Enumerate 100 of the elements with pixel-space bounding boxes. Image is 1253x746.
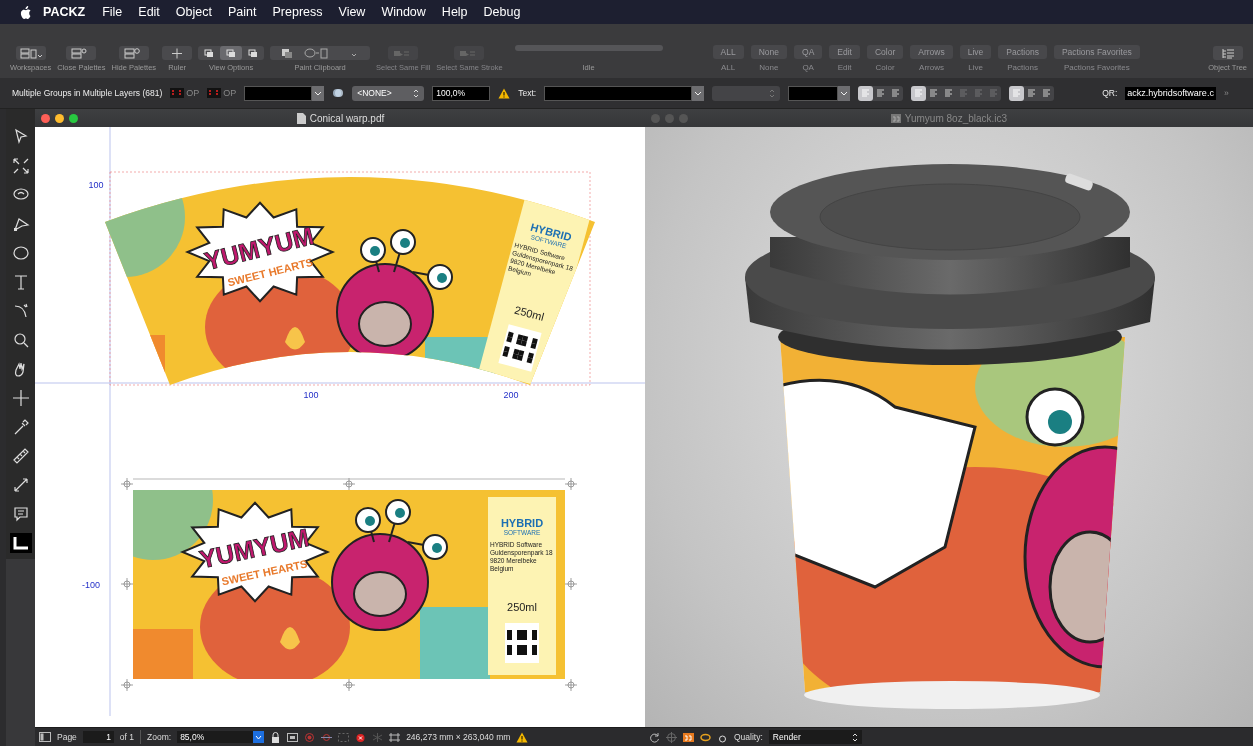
preset-label: None xyxy=(759,63,779,72)
dimensions-icon[interactable] xyxy=(389,731,401,743)
preset-label: Live xyxy=(968,63,983,72)
preset-label: ALL xyxy=(721,63,736,72)
ring-icon[interactable] xyxy=(700,731,711,743)
overprint-label: OP xyxy=(186,88,200,98)
text-direction-button[interactable] xyxy=(858,85,874,101)
close-button[interactable] xyxy=(41,113,50,123)
qr-field[interactable]: ackz.hybridsoftware.c xyxy=(1125,86,1216,100)
overprint-icon[interactable] xyxy=(207,88,222,98)
menu-item[interactable]: Window xyxy=(373,5,434,19)
paint-clipboard-button[interactable] xyxy=(270,46,371,60)
crosshair-icon[interactable] xyxy=(11,389,30,407)
window-icon xyxy=(248,48,259,58)
menu-item[interactable]: File xyxy=(94,5,131,19)
lines-icon xyxy=(959,89,969,97)
frame-icon[interactable] xyxy=(287,731,299,743)
ruler-icon[interactable] xyxy=(11,447,30,465)
minimize-button[interactable] xyxy=(55,113,64,123)
text-label: Text: xyxy=(518,88,537,98)
tint-field[interactable]: 100,0% xyxy=(432,85,491,101)
menu-item[interactable]: Prepress xyxy=(264,5,331,19)
layout-icon xyxy=(19,47,42,59)
lines-icon xyxy=(1042,89,1052,97)
window-icon xyxy=(226,48,237,58)
spot-color-icon xyxy=(332,87,345,99)
view-option-button[interactable] xyxy=(220,46,243,60)
target-arrows-icon[interactable] xyxy=(321,731,333,743)
refresh-icon[interactable] xyxy=(649,731,660,743)
menu-item[interactable]: View xyxy=(330,5,374,19)
lines-icon xyxy=(914,89,924,97)
selection-label: Multiple Groups in Multiple Layers (681) xyxy=(12,88,163,98)
page-count: of 1 xyxy=(119,732,135,742)
dashed-frame-icon[interactable] xyxy=(338,731,350,743)
object-tree-button[interactable] xyxy=(1212,46,1243,60)
warning-icon xyxy=(516,731,529,743)
stepper-icon xyxy=(851,732,858,742)
ruler-label: -100 xyxy=(82,580,100,590)
node-edit-icon[interactable] xyxy=(11,215,30,233)
chevron-down-icon xyxy=(694,90,703,96)
cube-3d-icon xyxy=(890,112,901,124)
fill-stroke-icon[interactable] xyxy=(11,534,30,552)
ruler-label: 200 xyxy=(503,390,519,400)
preset-label: Arrows xyxy=(919,63,944,72)
text-placement-button[interactable] xyxy=(1009,85,1025,101)
ruler-label: 100 xyxy=(88,180,104,190)
resize-arrows-icon[interactable] xyxy=(11,157,30,175)
logo-text: HYBRID xyxy=(500,517,544,529)
quality-label: Quality: xyxy=(734,732,763,742)
toolbar-button[interactable] xyxy=(15,46,46,60)
comment-icon[interactable] xyxy=(11,505,30,523)
lock-icon[interactable] xyxy=(270,731,282,743)
text-align-button[interactable] xyxy=(911,85,927,101)
search-icon[interactable] xyxy=(11,331,30,349)
ellipse-icon[interactable] xyxy=(11,244,30,262)
crosshair-icon xyxy=(171,47,184,59)
sidebar-toggle-icon[interactable] xyxy=(39,732,51,742)
window-icon xyxy=(204,48,215,58)
dimensions-text: 246,273 mm × 263,040 mm xyxy=(406,732,511,742)
menu-item[interactable]: Paint xyxy=(220,5,265,19)
measure-arrow-icon[interactable] xyxy=(11,476,30,494)
zoom-button[interactable] xyxy=(69,113,78,123)
stepper-icon xyxy=(413,88,420,98)
app-menu[interactable]: PACKZ xyxy=(31,5,95,19)
spot-color-selector[interactable]: <NONE> xyxy=(352,85,425,101)
window-title: Yumyum 8oz_black.ic3 xyxy=(904,112,1008,124)
lines-icon xyxy=(891,89,901,97)
menu-item[interactable]: Edit xyxy=(130,5,168,19)
error-badge-icon[interactable] xyxy=(355,731,367,743)
chevron-down-icon xyxy=(255,734,263,740)
toolbar-button[interactable] xyxy=(162,46,193,60)
fill-dropdown[interactable] xyxy=(788,85,851,101)
target-icon[interactable] xyxy=(304,731,316,743)
page-label: Page xyxy=(57,732,77,742)
qr-label: QR: xyxy=(1102,88,1118,98)
toolbar-button[interactable] xyxy=(118,46,149,60)
overprint-icon[interactable] xyxy=(170,88,185,98)
menu-item[interactable]: Object xyxy=(167,5,220,19)
lines-icon xyxy=(989,89,999,97)
preset-label: QA xyxy=(802,63,814,72)
tree-list-icon xyxy=(1220,47,1235,59)
menu-item[interactable]: Debug xyxy=(475,5,529,19)
toolbar-button[interactable] xyxy=(66,46,97,60)
quality-dropdown[interactable]: Render xyxy=(768,730,862,744)
lines-icon xyxy=(876,89,886,97)
stepper-icon xyxy=(769,88,776,98)
lines-icon xyxy=(929,89,939,97)
text-dropdown[interactable] xyxy=(544,85,705,101)
ruler-label: 100 xyxy=(303,390,319,400)
preset-label: Pactions Favorites xyxy=(1064,63,1130,72)
lines-icon xyxy=(1012,89,1022,97)
preset-label: Edit xyxy=(837,63,852,72)
color-dropdown[interactable] xyxy=(244,85,325,101)
menu-item[interactable]: Help xyxy=(433,5,476,19)
document-icon xyxy=(295,112,306,124)
page-field[interactable]: 1 xyxy=(82,731,114,743)
volume-text: 250ml xyxy=(507,601,537,613)
cube-3d-icon[interactable] xyxy=(683,731,694,743)
overflow-button[interactable]: » xyxy=(1223,88,1229,98)
orbit-icon[interactable] xyxy=(666,731,677,743)
